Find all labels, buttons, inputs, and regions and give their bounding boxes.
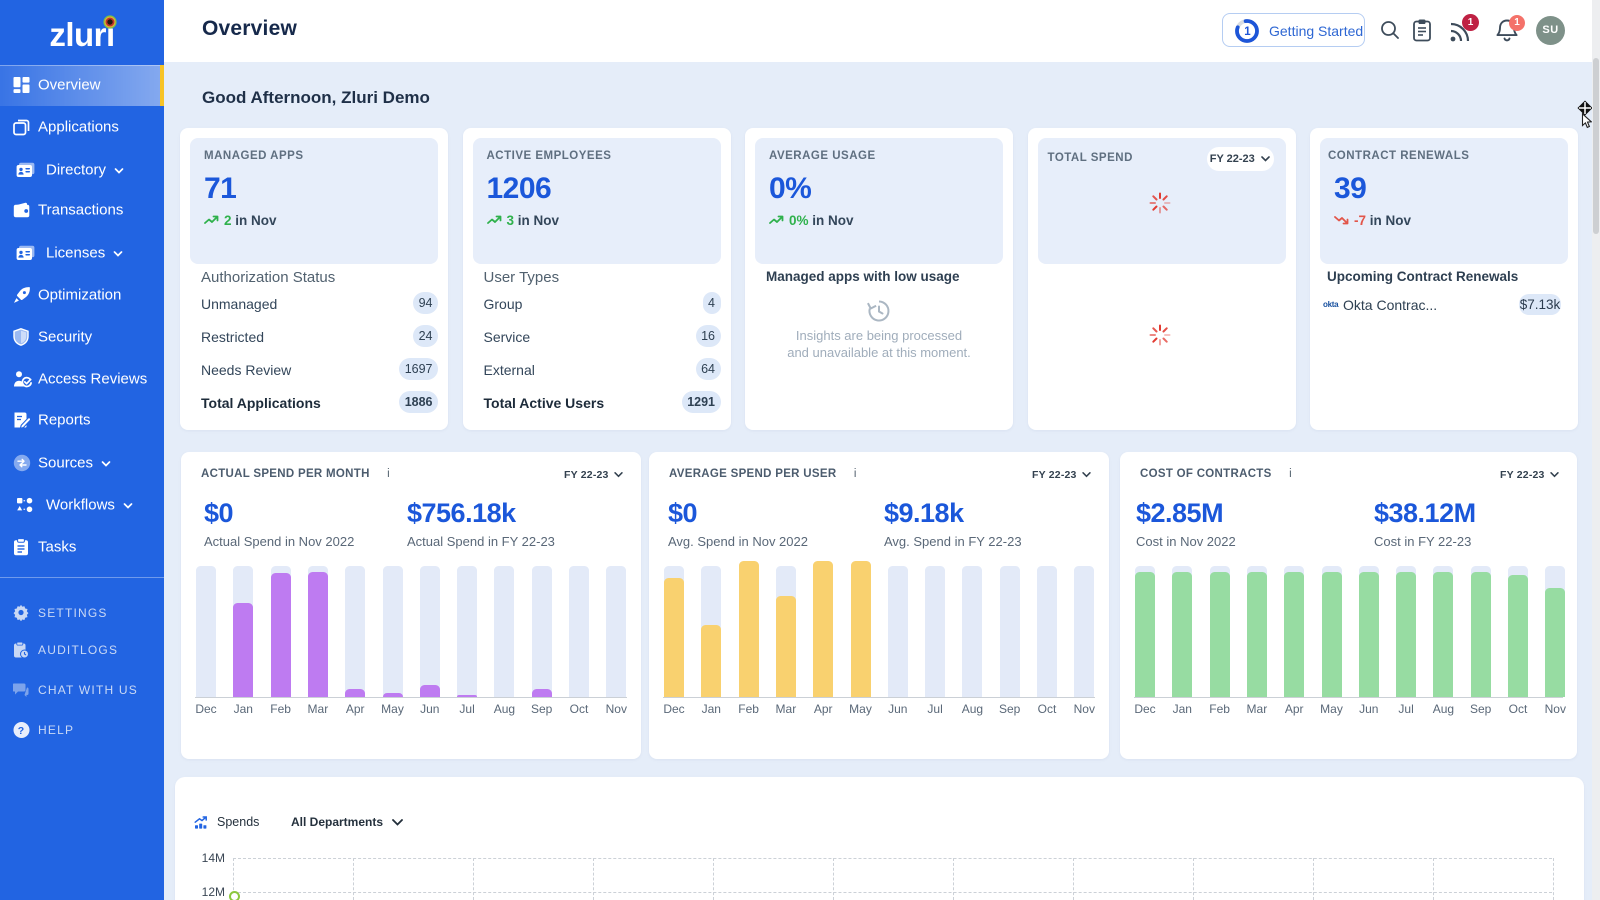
svg-text:1: 1 bbox=[1244, 26, 1251, 38]
svg-text:?: ? bbox=[18, 725, 26, 737]
